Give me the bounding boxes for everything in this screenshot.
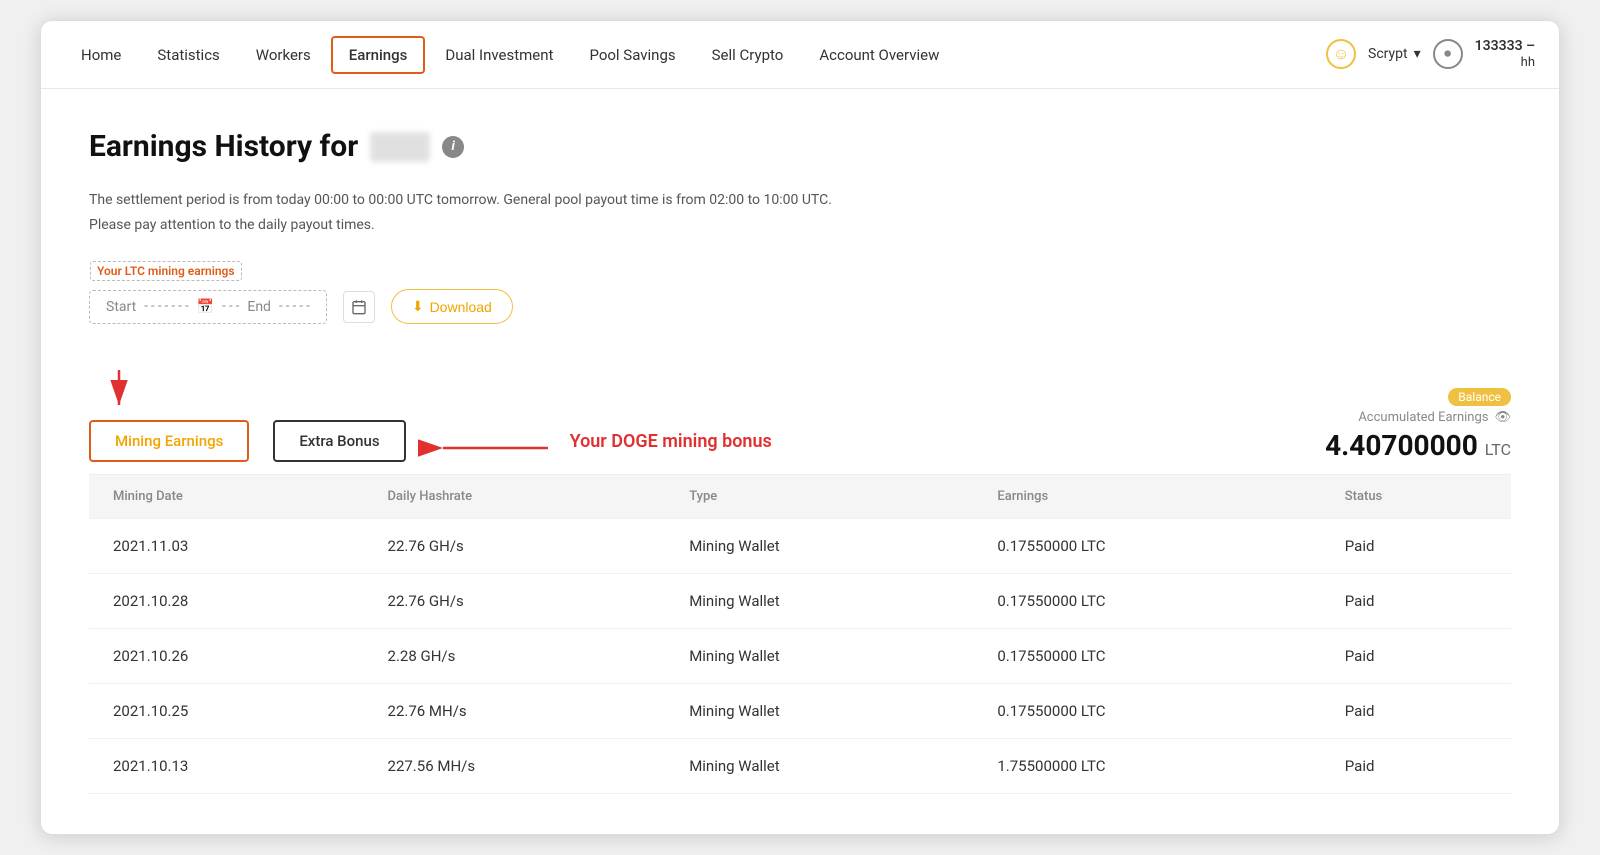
col-mining-date: Mining Date	[89, 475, 364, 519]
table-body: 2021.11.0322.76 GH/sMining Wallet0.17550…	[89, 519, 1511, 794]
cell-hashrate: 22.76 GH/s	[364, 519, 666, 574]
nav-home[interactable]: Home	[65, 38, 137, 72]
cell-date: 2021.10.28	[89, 574, 364, 629]
calendar-small-icon: 📅	[197, 299, 214, 315]
cell-earnings: 0.17550000 LTC	[973, 574, 1320, 629]
tabs-container: Mining Earnings Extra Bonus	[89, 340, 772, 462]
table-header: Mining Date Daily Hashrate Type Earnings…	[89, 475, 1511, 519]
col-status: Status	[1321, 475, 1511, 519]
user-icon: ⏺	[1433, 39, 1463, 69]
title-text: Earnings History for	[89, 129, 358, 164]
cell-type: Mining Wallet	[665, 519, 973, 574]
cell-status: Paid	[1321, 684, 1511, 739]
cell-type: Mining Wallet	[665, 629, 973, 684]
col-type: Type	[665, 475, 973, 519]
balance-badge: Balance	[1325, 386, 1511, 410]
cell-type: Mining Wallet	[665, 739, 973, 794]
cell-hashrate: 2.28 GH/s	[364, 629, 666, 684]
nav-workers[interactable]: Workers	[240, 38, 327, 72]
date-label: Date	[89, 266, 1511, 281]
cell-earnings: 1.75500000 LTC	[973, 739, 1320, 794]
smiley-icon: ☺	[1326, 39, 1356, 69]
col-earnings: Earnings	[973, 475, 1320, 519]
table-row: 2021.10.2522.76 MH/sMining Wallet0.17550…	[89, 684, 1511, 739]
table-row: 2021.10.262.28 GH/sMining Wallet0.175500…	[89, 629, 1511, 684]
table-header-row: Mining Date Daily Hashrate Type Earnings…	[89, 475, 1511, 519]
accumulated-label-text: Accumulated Earnings	[1358, 410, 1488, 425]
tabs-and-accumulated: Mining Earnings Extra Bonus	[89, 340, 1511, 475]
accumulated-label: Accumulated Earnings 👁	[1325, 410, 1511, 425]
tab-mining-earnings[interactable]: Mining Earnings	[89, 420, 249, 462]
navbar: Home Statistics Workers Earnings Dual In…	[41, 21, 1559, 89]
col-daily-hashrate: Daily Hashrate	[364, 475, 666, 519]
accumulated-section: Balance Accumulated Earnings 👁 4.4070000…	[1325, 386, 1511, 462]
doge-annotation: Your DOGE mining bonus	[438, 424, 772, 458]
nav-right: ☺ Scrypt ▾ ⏺ 133333 – hh	[1326, 37, 1535, 72]
settlement-text: The settlement period is from today 00:0…	[89, 188, 1511, 238]
date-separator: - - - - - - -	[144, 299, 189, 314]
table-row: 2021.10.13227.56 MH/sMining Wallet1.7550…	[89, 739, 1511, 794]
tab-extra-bonus[interactable]: Extra Bonus	[273, 420, 405, 462]
date-separator2: - - -	[222, 299, 239, 314]
settlement-line1: The settlement period is from today 00:0…	[89, 188, 1511, 213]
accumulated-currency: LTC	[1485, 440, 1511, 459]
cell-earnings: 0.17550000 LTC	[973, 684, 1320, 739]
calendar-icon-button[interactable]	[343, 291, 375, 323]
accumulated-number: 4.40700000	[1325, 429, 1478, 462]
chevron-down-icon: ▾	[1414, 46, 1421, 62]
date-start-label: Start	[106, 299, 136, 315]
info-icon[interactable]: i	[442, 136, 464, 158]
doge-annotation-text: Your DOGE mining bonus	[570, 431, 772, 452]
settlement-line2: Please pay attention to the daily payout…	[89, 213, 1511, 238]
cell-date: 2021.10.25	[89, 684, 364, 739]
nav-sell-crypto[interactable]: Sell Crypto	[696, 38, 800, 72]
cell-status: Paid	[1321, 574, 1511, 629]
scrypt-label: Scrypt	[1368, 46, 1408, 62]
date-separator3: - - - - -	[279, 299, 310, 314]
nav-statistics[interactable]: Statistics	[141, 38, 235, 72]
cell-date: 2021.10.26	[89, 629, 364, 684]
cell-hashrate: 22.76 MH/s	[364, 684, 666, 739]
date-section: Date Your LTC mining earnings Start - - …	[89, 266, 1511, 324]
nav-account-overview[interactable]: Account Overview	[803, 38, 955, 72]
cell-hashrate: 227.56 MH/s	[364, 739, 666, 794]
cell-date: 2021.10.13	[89, 739, 364, 794]
date-range-picker[interactable]: Your LTC mining earnings Start - - - - -…	[89, 290, 327, 324]
nav-earnings[interactable]: Earnings	[331, 36, 426, 74]
title-blur	[370, 132, 430, 162]
cell-status: Paid	[1321, 519, 1511, 574]
cell-earnings: 0.17550000 LTC	[973, 629, 1320, 684]
cell-earnings: 0.17550000 LTC	[973, 519, 1320, 574]
page-content: Earnings History for i The settlement pe…	[41, 89, 1559, 834]
nav-pool-savings[interactable]: Pool Savings	[573, 38, 691, 72]
date-end-label: End	[247, 299, 271, 315]
eye-icon[interactable]: 👁	[1494, 410, 1511, 425]
cell-hashrate: 22.76 GH/s	[364, 574, 666, 629]
download-label: Download	[430, 299, 492, 315]
table-row: 2021.11.0322.76 GH/sMining Wallet0.17550…	[89, 519, 1511, 574]
ltc-annotation: Your LTC mining earnings	[90, 261, 242, 281]
main-window: Home Statistics Workers Earnings Dual In…	[40, 20, 1560, 835]
date-controls: Your LTC mining earnings Start - - - - -…	[89, 289, 1511, 324]
download-button[interactable]: ⬇ Download	[391, 289, 513, 324]
cell-type: Mining Wallet	[665, 684, 973, 739]
username: 133333 –	[1475, 37, 1535, 55]
download-icon: ⬇	[412, 298, 424, 315]
cell-type: Mining Wallet	[665, 574, 973, 629]
nav-dual-investment[interactable]: Dual Investment	[429, 38, 569, 72]
scrypt-dropdown[interactable]: Scrypt ▾	[1368, 46, 1421, 62]
table-row: 2021.10.2822.76 GH/sMining Wallet0.17550…	[89, 574, 1511, 629]
user-info: 133333 – hh	[1475, 37, 1535, 72]
earnings-table: Mining Date Daily Hashrate Type Earnings…	[89, 475, 1511, 794]
accumulated-value: 4.40700000 LTC	[1325, 429, 1511, 462]
cell-status: Paid	[1321, 739, 1511, 794]
cell-date: 2021.11.03	[89, 519, 364, 574]
username-sub: hh	[1475, 55, 1535, 72]
page-title: Earnings History for i	[89, 129, 1511, 164]
cell-status: Paid	[1321, 629, 1511, 684]
nav-links: Home Statistics Workers Earnings Dual In…	[65, 36, 1326, 74]
